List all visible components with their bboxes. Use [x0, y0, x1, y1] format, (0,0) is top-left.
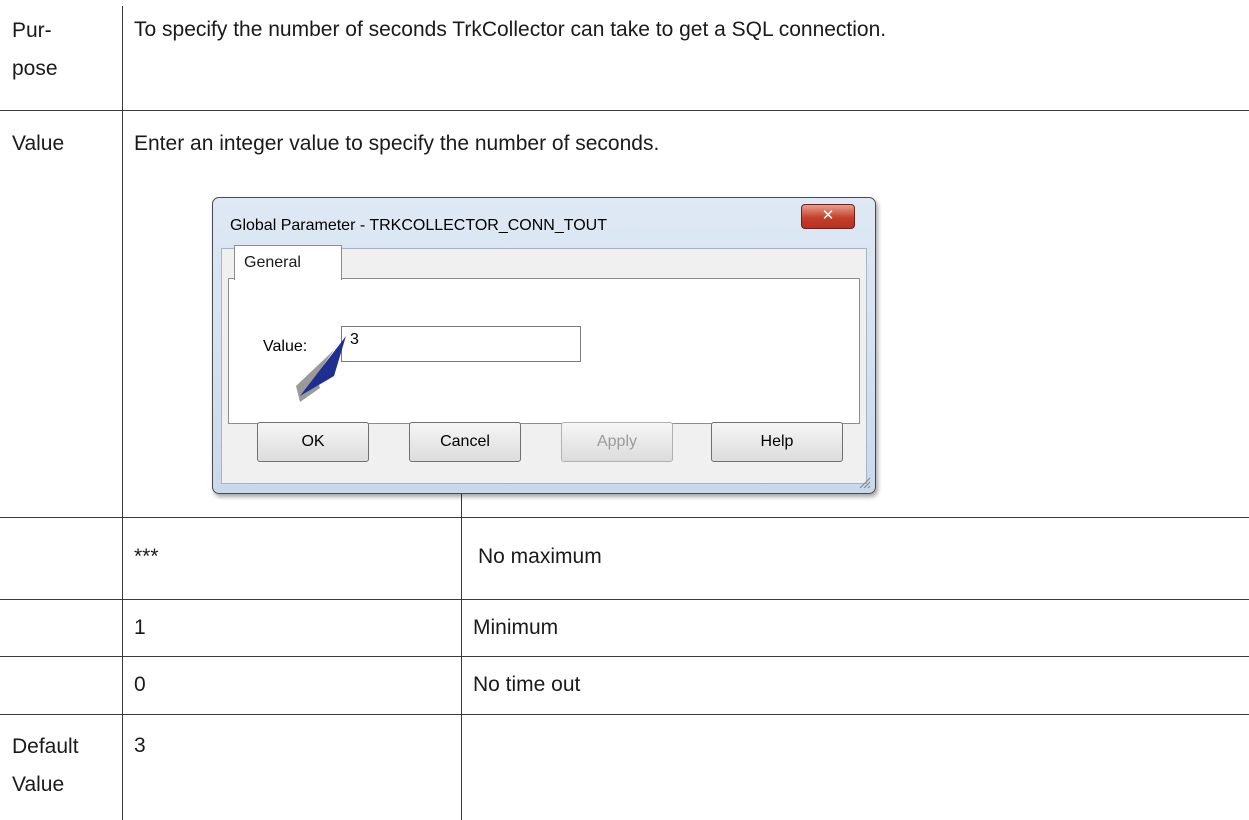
apply-button[interactable]: Apply [561, 422, 673, 462]
range-setting: *** [134, 545, 159, 568]
resize-grip-icon[interactable] [857, 475, 871, 489]
help-button[interactable]: Help [711, 422, 843, 462]
default-value: 3 [134, 734, 146, 757]
close-button[interactable]: ✕ [801, 204, 855, 229]
value-label: Value [12, 132, 65, 155]
range-meaning: No time out [473, 673, 581, 696]
tab-general[interactable]: General [234, 245, 342, 280]
range-setting: 1 [134, 616, 146, 639]
row-divider [0, 517, 1249, 518]
purpose-label: Pur- pose [12, 19, 58, 80]
range-meaning: No maximum [478, 545, 602, 568]
row-divider [0, 599, 1249, 600]
cancel-button[interactable]: Cancel [409, 422, 521, 462]
row-divider [0, 714, 1249, 715]
pointer-arrow-icon [296, 336, 346, 402]
value-text: Enter an integer value to specify the nu… [134, 132, 660, 155]
value-input[interactable]: 3 [341, 326, 581, 362]
dialog-title: Global Parameter - TRKCOLLECTOR_CONN_TOU… [230, 217, 607, 234]
close-icon: ✕ [821, 207, 835, 224]
table-border-left-col-divider [122, 6, 123, 820]
default-label: Default Value [12, 735, 79, 796]
ok-button[interactable]: OK [257, 422, 369, 462]
row-divider [0, 110, 1249, 111]
range-setting: 0 [134, 673, 146, 696]
range-meaning: Minimum [473, 616, 559, 639]
row-divider [0, 656, 1249, 657]
purpose-text: To specify the number of seconds TrkColl… [134, 18, 887, 41]
